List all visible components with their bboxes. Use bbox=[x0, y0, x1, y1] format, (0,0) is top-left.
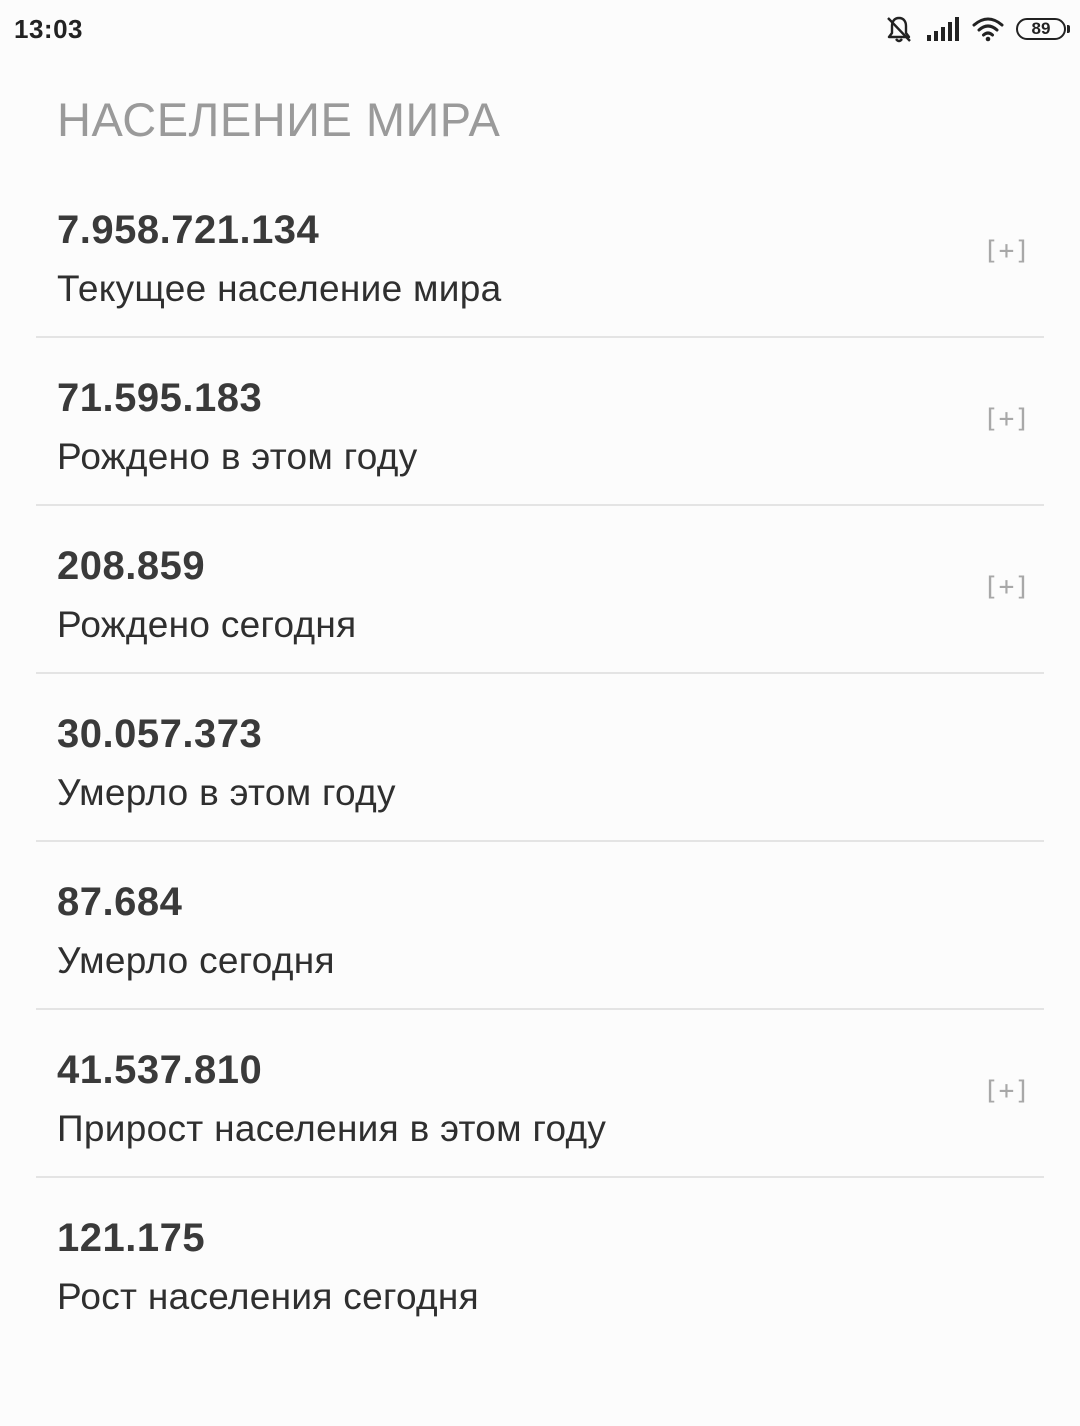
stat-value: 41.537.810 bbox=[57, 1048, 263, 1092]
cellular-signal-icon bbox=[926, 16, 960, 42]
stat-row-died-today: 87.684 Умерло сегодня bbox=[36, 842, 1044, 1010]
expand-button[interactable]: [+] bbox=[983, 572, 1030, 602]
stat-label: Умерло в этом году bbox=[57, 772, 396, 813]
expand-button[interactable]: [+] bbox=[983, 404, 1030, 434]
stat-value: 208.859 bbox=[57, 544, 206, 588]
status-bar: 13:03 89 bbox=[0, 0, 1080, 60]
battery-icon: 89 bbox=[1016, 18, 1070, 40]
page-title: НАСЕЛЕНИЕ МИРА bbox=[57, 93, 501, 146]
stat-row-died-this-year: 30.057.373 Умерло в этом году bbox=[36, 674, 1044, 842]
stat-list: 7.958.721.134 Текущее население мира [+]… bbox=[36, 170, 1044, 1346]
wifi-icon bbox=[972, 16, 1004, 42]
stat-row-born-today[interactable]: 208.859 Рождено сегодня [+] bbox=[36, 506, 1044, 674]
battery-level: 89 bbox=[1031, 19, 1051, 38]
stat-value: 121.175 bbox=[57, 1216, 206, 1260]
status-time: 13:03 bbox=[14, 14, 83, 44]
bell-muted-icon bbox=[884, 14, 914, 44]
stat-label: Текущее население мира bbox=[57, 268, 502, 309]
stat-label: Рост населения сегодня bbox=[57, 1276, 479, 1317]
stat-label: Прирост населения в этом году bbox=[57, 1108, 607, 1149]
stat-row-current-population[interactable]: 7.958.721.134 Текущее население мира [+] bbox=[36, 170, 1044, 338]
stat-value: 71.595.183 bbox=[57, 376, 263, 420]
stat-label: Умерло сегодня bbox=[57, 940, 335, 981]
stat-label: Рождено сегодня bbox=[57, 604, 357, 645]
status-icons: 89 bbox=[884, 12, 1070, 46]
stat-row-growth-this-year[interactable]: 41.537.810 Прирост населения в этом году… bbox=[36, 1010, 1044, 1178]
stat-value: 7.958.721.134 bbox=[57, 208, 320, 252]
stat-row-born-this-year[interactable]: 71.595.183 Рождено в этом году [+] bbox=[36, 338, 1044, 506]
stat-value: 30.057.373 bbox=[57, 712, 263, 756]
stat-label: Рождено в этом году bbox=[57, 436, 418, 477]
expand-button[interactable]: [+] bbox=[983, 236, 1030, 266]
expand-button[interactable]: [+] bbox=[983, 1076, 1030, 1106]
stat-row-growth-today: 121.175 Рост населения сегодня bbox=[36, 1178, 1044, 1346]
stat-value: 87.684 bbox=[57, 880, 183, 924]
